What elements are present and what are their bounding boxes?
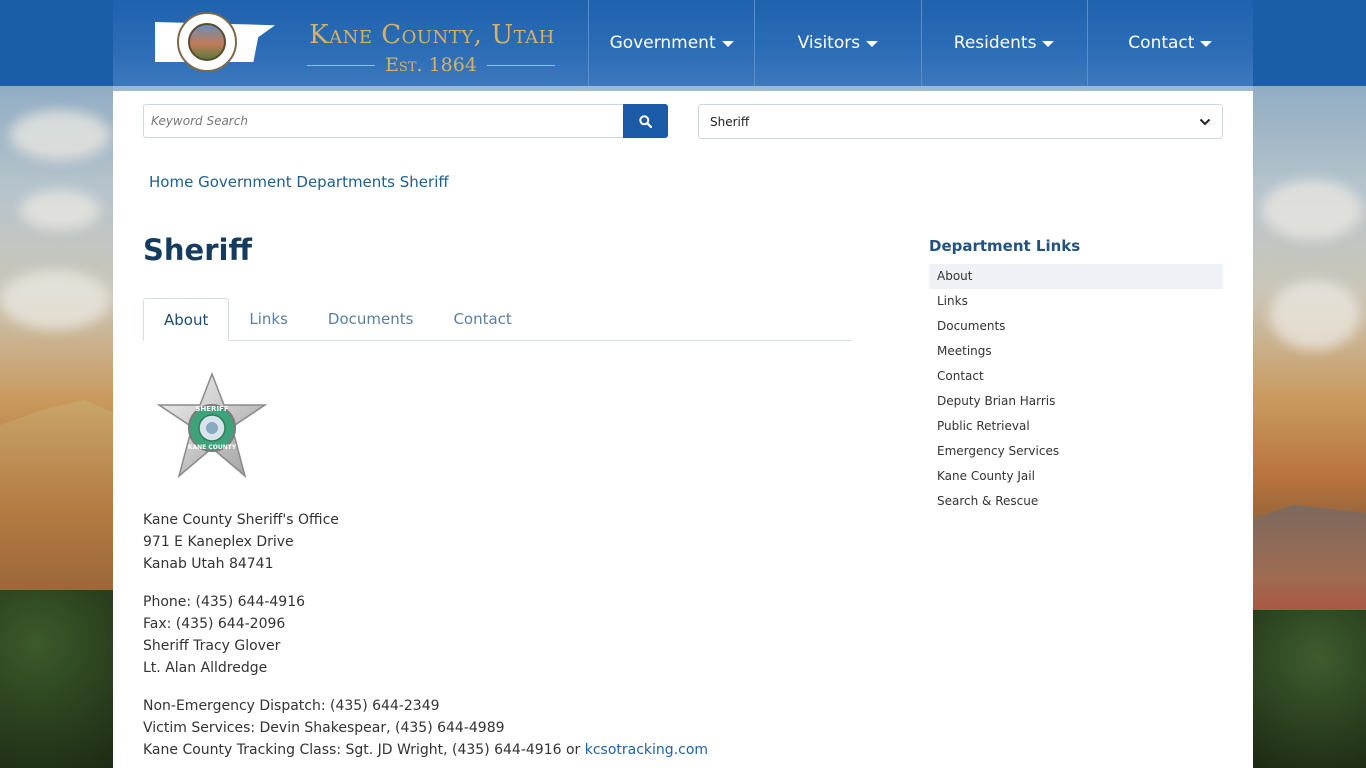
sheriff-badge-image: SHERIFF KANE COUNTY <box>153 371 271 484</box>
contact-block: Phone: (435) 644-4916 Fax: (435) 644-209… <box>143 591 305 679</box>
seal-landscape <box>188 23 226 61</box>
lieutenant-name: Lt. Alan Alldredge <box>143 660 268 676</box>
sidebar-title: Department Links <box>929 237 1081 255</box>
cloud-shape <box>1270 280 1360 350</box>
nav-government[interactable]: Government <box>588 0 754 86</box>
tab-documents[interactable]: Documents <box>308 298 434 339</box>
breadcrumb-government[interactable]: Government <box>198 173 292 191</box>
sidebar-item-contact[interactable]: Contact <box>929 364 1223 389</box>
sidebar-item-documents[interactable]: Documents <box>929 314 1223 339</box>
nav-visitors[interactable]: Visitors <box>754 0 920 86</box>
est-divider-right <box>486 64 556 66</box>
established-row: Est. 1864 <box>307 53 556 77</box>
sidebar-item-links[interactable]: Links <box>929 289 1223 314</box>
nav-label: Visitors <box>797 33 861 53</box>
cloud-shape <box>20 190 100 230</box>
caret-down-icon <box>866 41 879 47</box>
chevron-down-icon <box>1199 118 1211 125</box>
search-button[interactable] <box>623 104 668 138</box>
cloud-shape <box>0 270 110 330</box>
fax-line: Fax: (435) 644-2096 <box>143 616 286 632</box>
cloud-shape <box>10 110 110 160</box>
tracking-link[interactable]: kcsotracking.com <box>585 742 708 758</box>
sidebar-item-emergency-services[interactable]: Emergency Services <box>929 439 1223 464</box>
address-block: Kane County Sheriff's Office 971 E Kanep… <box>143 509 339 575</box>
caret-down-icon <box>721 41 734 47</box>
nav-residents[interactable]: Residents <box>920 0 1087 86</box>
caret-down-icon <box>1200 41 1213 47</box>
cloud-shape <box>1262 180 1362 240</box>
sidebar-item-deputy[interactable]: Deputy Brian Harris <box>929 389 1223 414</box>
victim-services-line: Victim Services: Devin Shakespear, (435)… <box>143 720 505 736</box>
department-select[interactable]: Sheriff <box>698 104 1223 139</box>
established-text: Est. 1864 <box>385 54 477 76</box>
site-header: Kane County, Utah Est. 1864 Government V… <box>113 0 1253 91</box>
trees-right <box>1246 610 1366 768</box>
services-block: Non-Emergency Dispatch: (435) 644-2349 V… <box>143 695 708 761</box>
sidebar-item-public-retrieval[interactable]: Public Retrieval <box>929 414 1223 439</box>
search-icon <box>639 114 652 128</box>
tab-links[interactable]: Links <box>229 298 308 339</box>
sheriff-name: Sheriff Tracy Glover <box>143 638 281 654</box>
address-line: 971 E Kaneplex Drive <box>143 534 294 550</box>
nav-label: Contact <box>1128 33 1195 53</box>
nav-label: Government <box>609 33 716 53</box>
sheriff-star-badge-icon: SHERIFF KANE COUNTY <box>156 371 268 479</box>
badge-top-text: SHERIFF <box>195 405 228 413</box>
tab-contact[interactable]: Contact <box>433 298 531 339</box>
page-title: Sheriff <box>143 233 252 267</box>
sidebar-item-jail[interactable]: Kane County Jail <box>929 464 1223 489</box>
site-logo[interactable]: Kane County, Utah Est. 1864 <box>113 0 588 86</box>
tracking-class-line: Kane County Tracking Class: Sgt. JD Wrig… <box>143 739 708 761</box>
address-line: Kane County Sheriff's Office <box>143 512 339 528</box>
department-links-sidebar: Department Links About Links Documents M… <box>929 236 1223 514</box>
phone-line: Phone: (435) 644-4916 <box>143 594 306 610</box>
tracking-class-text: Kane County Tracking Class: Sgt. JD Wrig… <box>143 742 581 758</box>
sidebar-item-search-rescue[interactable]: Search & Rescue <box>929 489 1223 514</box>
caret-down-icon <box>1042 41 1055 47</box>
est-divider-left <box>307 64 376 66</box>
nav-label: Residents <box>953 33 1037 53</box>
breadcrumb-departments[interactable]: Departments <box>296 173 395 191</box>
site-title: Kane County, Utah <box>309 20 555 50</box>
address-line: Kanab Utah 84741 <box>143 556 274 572</box>
breadcrumb-home[interactable]: Home <box>149 173 193 191</box>
county-seal-icon <box>177 12 237 72</box>
trees-left <box>0 590 120 768</box>
breadcrumb: Home Government Departments Sheriff <box>149 173 449 191</box>
sidebar-item-meetings[interactable]: Meetings <box>929 339 1223 364</box>
nav-contact[interactable]: Contact <box>1086 0 1253 86</box>
dispatch-line: Non-Emergency Dispatch: (435) 644-2349 <box>143 698 440 714</box>
main-nav: Government Visitors Residents Contact <box>588 0 1253 86</box>
breadcrumb-current[interactable]: Sheriff <box>400 173 449 191</box>
content-tabs: About Links Documents Contact <box>143 298 852 341</box>
main-content: Sheriff Home Government Departments Sher… <box>113 91 1253 768</box>
tab-about[interactable]: About <box>143 298 230 341</box>
keyword-search-input[interactable] <box>143 104 624 138</box>
sidebar-item-about[interactable]: About <box>929 264 1223 289</box>
department-select-value: Sheriff <box>710 114 750 129</box>
badge-bottom-text: KANE COUNTY <box>188 444 237 451</box>
